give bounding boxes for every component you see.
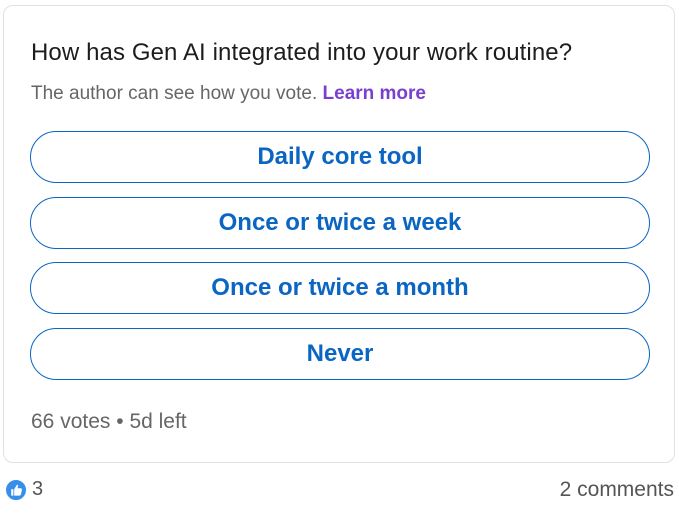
reactions-summary[interactable]: 3 [5,478,43,501]
poll-option-once-or-twice-a-week[interactable]: Once or twice a week [30,197,650,249]
social-counts-bar: 3 2 comments [3,476,675,506]
poll-option-never[interactable]: Never [30,328,650,380]
poll-card: How has Gen AI integrated into your work… [3,5,675,463]
comments-count-link[interactable]: 2 comments [560,478,674,502]
poll-option-daily-core-tool[interactable]: Daily core tool [30,131,650,183]
meta-separator: • [116,410,124,433]
learn-more-link[interactable]: Learn more [323,83,426,104]
vote-count: 66 votes [31,410,111,433]
poll-option-once-or-twice-a-month[interactable]: Once or twice a month [30,262,650,314]
poll-note-text: The author can see how you vote. [31,83,318,104]
poll-visibility-note: The author can see how you vote. Learn m… [31,83,426,105]
time-left: 5d left [129,410,187,433]
like-icon [5,478,27,501]
poll-question: How has Gen AI integrated into your work… [31,39,573,66]
poll-meta: 66 votes • 5d left [31,410,187,434]
reaction-count: 3 [32,478,44,500]
